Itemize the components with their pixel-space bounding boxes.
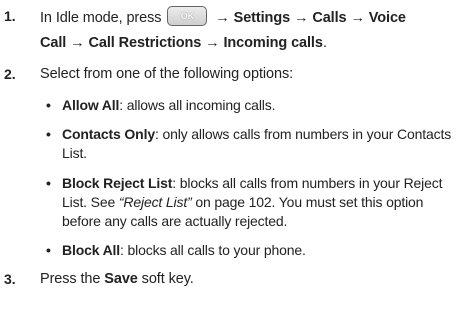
bullet-icon: • bbox=[46, 97, 51, 113]
bullet-icon: • bbox=[46, 242, 51, 258]
option-block-reject-list-cont: List. See “Reject List” on page 102. You… bbox=[62, 194, 423, 210]
bullet-icon: • bbox=[46, 126, 51, 142]
arrow-icon: → bbox=[293, 9, 309, 26]
arrow-icon: → bbox=[350, 9, 365, 26]
step-3-text: Press the Save soft key. bbox=[40, 271, 194, 287]
option-block-reject-list: Block Reject List: blocks all calls from… bbox=[62, 175, 443, 191]
option-term: Block All bbox=[62, 242, 121, 258]
menu-calls: Calls bbox=[312, 9, 347, 26]
menu-voice: Voice bbox=[368, 9, 406, 26]
option-term: Contacts Only bbox=[62, 126, 155, 142]
step-2-text: Select from one of the following options… bbox=[40, 66, 294, 82]
step-text: Press the bbox=[40, 271, 105, 287]
option-term: Allow All bbox=[62, 97, 120, 113]
option-desc: : allows all incoming calls. bbox=[119, 97, 276, 113]
arrow-icon: → bbox=[205, 35, 220, 51]
option-desc: : blocks all calls from numbers in your … bbox=[172, 175, 443, 191]
option-desc: on page 102. You must set this option bbox=[191, 194, 424, 210]
instruction-page: 1. In Idle mode, press OK → Settings → C… bbox=[0, 0, 466, 309]
menu-voice-call: Call bbox=[40, 35, 67, 51]
ok-key-icon: OK bbox=[167, 6, 208, 26]
option-allow-all: Allow All: allows all incoming calls. bbox=[62, 97, 275, 113]
option-term: Block Reject List bbox=[62, 175, 173, 191]
step-1-line-1: In Idle mode, press OK → Settings → Call… bbox=[40, 6, 406, 28]
step-number: 1. bbox=[4, 8, 16, 24]
option-block-all: Block All: blocks all calls to your phon… bbox=[62, 242, 306, 258]
option-desc: : only allows calls from numbers in your… bbox=[154, 126, 452, 142]
menu-settings: Settings bbox=[233, 9, 291, 26]
option-contacts-only: Contacts Only: only allows calls from nu… bbox=[62, 126, 451, 142]
period: . bbox=[322, 35, 327, 51]
arrow-icon: → bbox=[70, 35, 85, 51]
step-text: soft key. bbox=[137, 271, 194, 287]
menu-incoming-calls: Incoming calls bbox=[223, 35, 323, 51]
step-1-line-2: Call → Call Restrictions → Incoming call… bbox=[40, 35, 327, 51]
arrow-icon: → bbox=[215, 9, 230, 26]
option-contacts-only-cont: List. bbox=[62, 145, 87, 161]
option-desc: : blocks all calls to your phone. bbox=[120, 242, 306, 258]
step-text: In Idle mode, press bbox=[40, 9, 162, 26]
option-block-reject-list-cont: before any calls are actually rejected. bbox=[62, 213, 288, 229]
menu-call-restrictions: Call Restrictions bbox=[88, 35, 202, 51]
option-desc: List. See bbox=[62, 194, 119, 210]
cross-reference: “Reject List” bbox=[118, 194, 192, 210]
step-number: 3. bbox=[4, 271, 16, 287]
save-softkey-label: Save bbox=[104, 271, 138, 287]
step-number: 2. bbox=[4, 66, 16, 82]
bullet-icon: • bbox=[46, 175, 51, 191]
